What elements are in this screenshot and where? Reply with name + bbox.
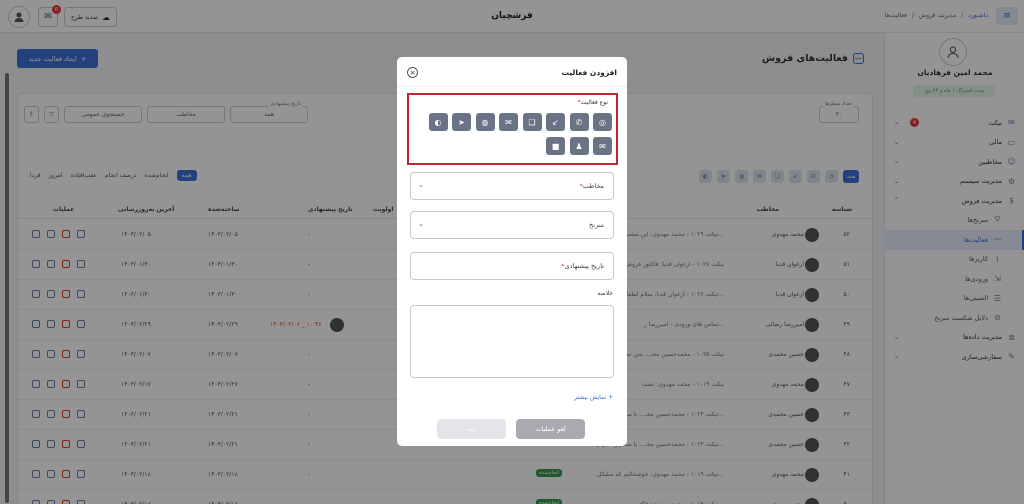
message-icon[interactable]: ◍ [475, 113, 495, 131]
activity-type-row-2: ✉ ♟ ■ [412, 137, 612, 155]
phone-icon[interactable]: ✆ [569, 113, 589, 131]
whatsapp-icon[interactable]: ◐ [428, 113, 448, 131]
show-more-link[interactable]: + نمایش بیشتر [574, 394, 613, 401]
phone-incoming-icon[interactable]: ↙ [546, 113, 565, 131]
telegram-icon[interactable]: ➤ [452, 113, 471, 131]
email-outline-icon[interactable]: ✉ [593, 137, 612, 155]
modal-title: افزودن فعالیت [561, 68, 617, 77]
contact-select-placeholder: مخاطب* [580, 182, 604, 190]
chevron-down-icon: ⌄ [418, 181, 424, 189]
meeting-icon[interactable]: ♟ [569, 137, 589, 155]
suggested-date-label: تاریخ پیشنهادی [564, 262, 605, 270]
suggested-date-placeholder: تاریخ پیشنهادی* [561, 262, 604, 270]
contact-select[interactable]: مخاطب* ⌄ [410, 172, 614, 200]
suggested-date-input[interactable]: تاریخ پیشنهادی* [410, 252, 614, 280]
lead-select[interactable]: سرنخ ⌄ [410, 211, 614, 239]
activity-type-section: نوع فعالیت* ◎ ✆ ↙ ❏ ✉ ◍ ➤ ◐ ✉ ♟ ■ [407, 93, 618, 165]
show-more-label: نمایش بیشتر [574, 394, 607, 401]
activity-type-label-text: نوع فعالیت [580, 99, 608, 106]
modal-divider [397, 86, 627, 87]
activity-type-label: نوع فعالیت* [578, 99, 608, 106]
video-icon[interactable]: ■ [546, 137, 565, 155]
instagram-icon[interactable]: ◎ [593, 113, 612, 131]
cancel-button[interactable]: لغو عملیات [516, 419, 585, 439]
close-icon[interactable]: × [407, 67, 418, 78]
activity-type-row-1: ◎ ✆ ↙ ❏ ✉ ◍ ➤ ◐ [412, 113, 612, 131]
chevron-down-icon: ⌄ [418, 220, 424, 228]
chat-icon[interactable]: ❏ [522, 113, 542, 131]
plus-icon: + [606, 394, 614, 401]
save-button[interactable]: ثبت [437, 419, 506, 439]
email-icon[interactable]: ✉ [499, 113, 518, 131]
contact-select-label: مخاطب [582, 182, 604, 190]
summary-textarea[interactable] [410, 305, 614, 378]
add-activity-modal: افزودن فعالیت × نوع فعالیت* ◎ ✆ ↙ ❏ ✉ ◍ ➤ ◐ ✉ ♟ ■… [397, 57, 627, 446]
lead-select-placeholder: سرنخ [588, 221, 604, 229]
summary-label: خلاصه [597, 290, 613, 297]
